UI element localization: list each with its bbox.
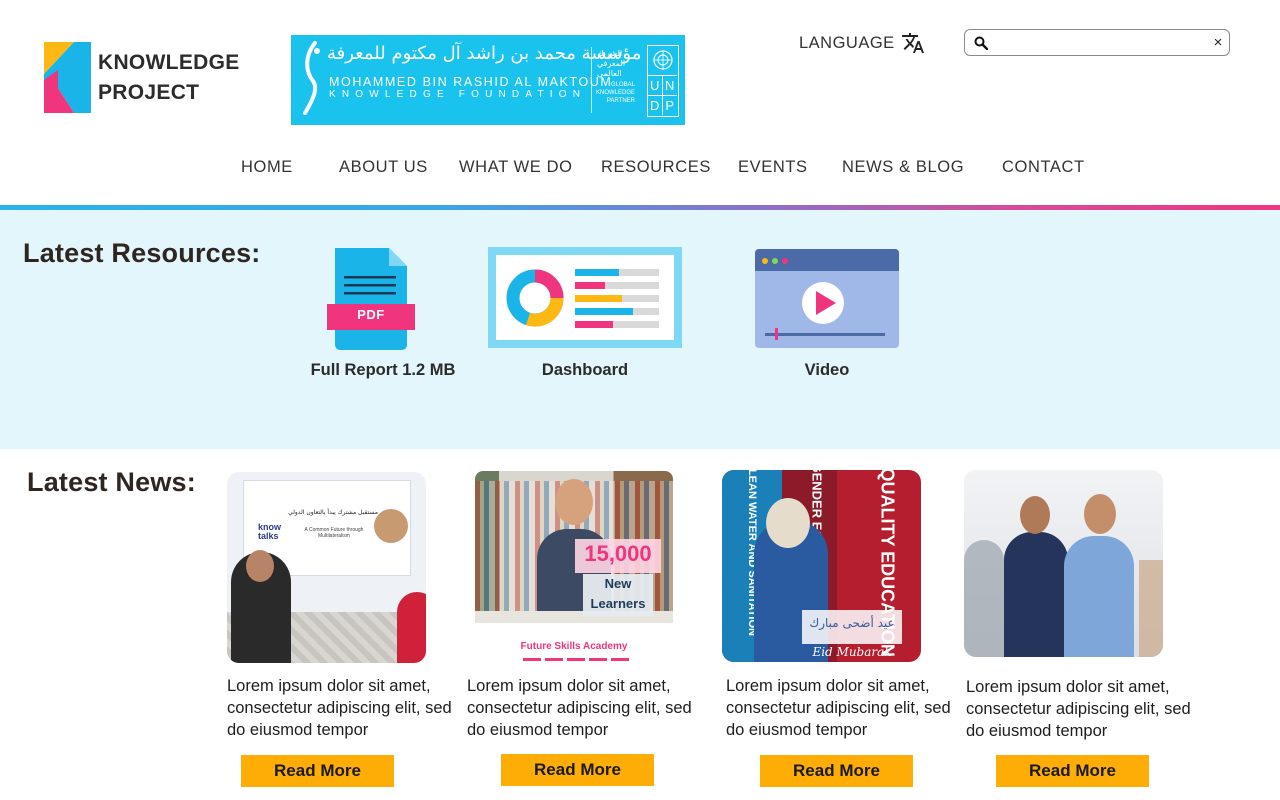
resources-title: Latest Resources: xyxy=(23,238,261,268)
pdf-file-icon xyxy=(327,248,415,350)
man-left-face xyxy=(1020,496,1050,534)
read-more-button[interactable]: Read More xyxy=(501,754,654,786)
foundation-name-line1: MOHAMMED BIN RASHID AL MAKTOUM xyxy=(329,75,613,89)
banner-divider xyxy=(591,47,592,113)
resource-video[interactable] xyxy=(755,249,899,348)
pdf-badge-label: PDF xyxy=(357,307,385,322)
undp-letter: U xyxy=(648,75,663,95)
news-excerpt: Lorem ipsum dolor sit amet, consectetur … xyxy=(467,677,692,739)
person-left-blurred xyxy=(964,540,1004,657)
speaker-right xyxy=(397,592,426,663)
undp-logo: U N D P xyxy=(647,45,679,117)
global-partner-arabic: الشريك المعرفي العالمي xyxy=(597,49,626,78)
undp-letters: U N D P xyxy=(648,75,677,115)
video-player-icon xyxy=(755,249,899,348)
resource-full-report[interactable]: PDF xyxy=(327,248,415,350)
read-more-button[interactable]: Read More xyxy=(996,755,1149,787)
dashboard-icon xyxy=(488,247,682,348)
read-more-button[interactable]: Read More xyxy=(760,755,913,787)
resource-label-full-report[interactable]: Full Report 1.2 MB xyxy=(308,361,458,380)
brand-name-line2: PROJECT xyxy=(98,80,200,104)
foundation-name-arabic: مؤسسة محمد بن راشد آل مكتوم للمعرفة xyxy=(327,43,642,64)
resource-label-video[interactable]: Video xyxy=(752,361,902,380)
clear-search-icon[interactable]: × xyxy=(1207,34,1229,51)
read-more-button[interactable]: Read More xyxy=(241,755,394,787)
brand-logo[interactable]: KNOWLEDGE PROJECT xyxy=(44,42,240,113)
nav-news-blog[interactable]: NEWS & BLOG xyxy=(842,158,964,177)
nav-resources[interactable]: RESOURCES xyxy=(601,158,711,177)
resource-label-dashboard[interactable]: Dashboard xyxy=(510,361,660,380)
eid-arabic: عيد أضحى مبارك xyxy=(809,616,895,630)
wall-text-education: QUALITY EDUCATION xyxy=(877,470,898,657)
news-image-eid-mubarak[interactable]: CLEAN WATER AND SANITATION GENDER EQUALI… xyxy=(722,470,921,662)
nav-about-us[interactable]: ABOUT US xyxy=(339,158,428,177)
news-image-team[interactable] xyxy=(964,470,1163,657)
search-box[interactable]: × xyxy=(964,29,1230,56)
speaker-portrait xyxy=(374,509,408,543)
nav-home[interactable]: HOME xyxy=(241,158,293,177)
speaker-left-face xyxy=(246,550,274,582)
undp-letter: P xyxy=(662,95,677,115)
language-label: LANGUAGE xyxy=(799,33,895,52)
news-excerpt: Lorem ipsum dolor sit amet, consectetur … xyxy=(966,678,1191,740)
search-icon xyxy=(974,36,988,50)
event-title-arabic: مستقبل مشترك يبدأ بالتعاون الدولي xyxy=(288,509,378,516)
man-right-shirt xyxy=(1064,536,1134,657)
student-face xyxy=(555,479,593,525)
brand-name: KNOWLEDGE PROJECT xyxy=(98,48,240,108)
language-selector[interactable]: LANGUAGE xyxy=(799,31,925,55)
knowledge-project-logo-icon xyxy=(44,42,91,113)
woman-hijab xyxy=(766,498,810,548)
nav-what-we-do[interactable]: WHAT WE DO xyxy=(459,158,573,177)
news-title: Latest News: xyxy=(27,467,196,497)
search-input[interactable] xyxy=(994,31,1207,54)
news-excerpt: Lorem ipsum dolor sit amet, consectetur … xyxy=(726,677,951,739)
academy-underline xyxy=(523,658,631,661)
partner-banner[interactable]: مؤسسة محمد بن راشد آل مكتوم للمعرفة MOHA… xyxy=(291,35,685,125)
stat-label-line2: Learners xyxy=(590,596,646,611)
person-right-blurred xyxy=(1139,560,1163,657)
resource-dashboard[interactable] xyxy=(488,247,682,348)
nav-contact[interactable]: CONTACT xyxy=(1002,158,1085,177)
event-title-english: A Common Future through Multilateralism xyxy=(304,527,364,539)
foundation-name-line2: KNOWLEDGE FOUNDATION xyxy=(329,89,587,100)
main-navigation: HOME ABOUT US WHAT WE DO RESOURCES EVENT… xyxy=(0,158,1280,180)
undp-letter: D xyxy=(648,95,663,115)
academy-caption: Future Skills Academy xyxy=(520,641,628,652)
eid-english: Eid Mubarak xyxy=(812,645,892,659)
know-talks-badge: know talks xyxy=(258,522,282,541)
stat-label-line1: New xyxy=(604,576,632,591)
undp-letter: N xyxy=(662,75,677,95)
man-right-face xyxy=(1084,494,1116,534)
news-image-future-skills[interactable]: 15,000 New Learners Future Skills Academ… xyxy=(475,471,673,663)
latest-resources-section: Latest Resources: PDF Full Report 1.2 MB xyxy=(0,210,1280,449)
news-excerpt: Lorem ipsum dolor sit amet, consectetur … xyxy=(227,677,452,739)
nav-events[interactable]: EVENTS xyxy=(738,158,808,177)
brand-name-line1: KNOWLEDGE xyxy=(98,50,240,74)
foundation-emblem-icon xyxy=(303,41,320,115)
news-image-know-talks[interactable]: know talks مستقبل مشترك يبدأ بالتعاون ال… xyxy=(227,472,426,663)
man-left-suit xyxy=(1004,532,1068,657)
global-partner-english: GLOBAL KNOWLEDGE PARTNER xyxy=(595,82,635,104)
un-emblem-icon xyxy=(653,50,673,70)
stat-number: 15,000 xyxy=(584,541,652,566)
translate-icon xyxy=(901,33,924,53)
